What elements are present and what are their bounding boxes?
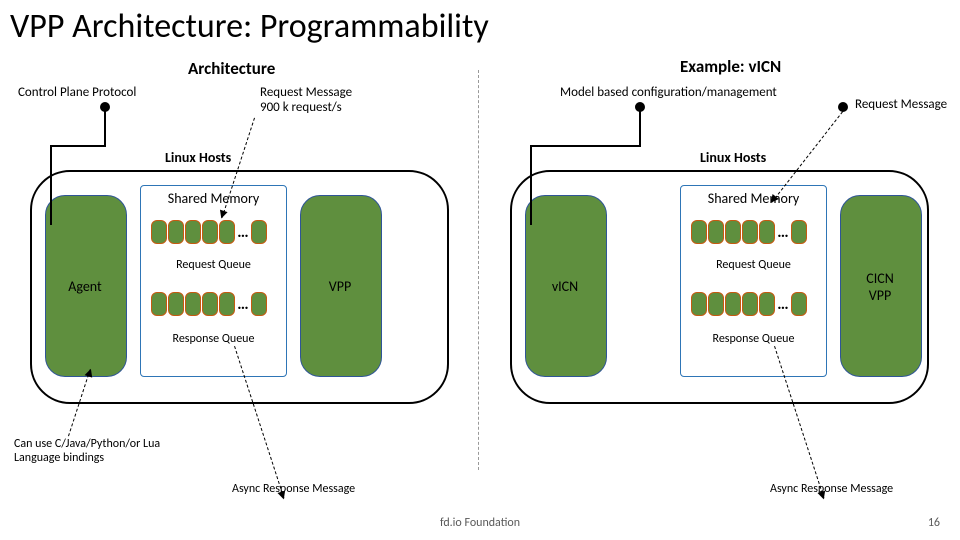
queue-pill [251, 220, 267, 244]
center-divider [478, 70, 479, 470]
right-request-queue-label: Request Queue [681, 258, 826, 272]
connector-line [639, 107, 641, 145]
left-req-msg-label: Request Message 900 k request/s [260, 86, 352, 116]
queue-pill [791, 220, 807, 244]
left-async-label: Async Response Message [232, 483, 355, 497]
left-shared-memory-panel: Shared Memory … Request Queue … Response… [140, 185, 287, 377]
queue-pill [202, 292, 218, 316]
connector-line [104, 107, 106, 145]
right-shared-memory-title: Shared Memory [681, 190, 826, 207]
left-host-label: Linux Hosts [165, 150, 231, 166]
connector-line [50, 145, 106, 147]
right-req-msg-label: Request Message [855, 98, 947, 113]
queue-pill [708, 220, 724, 244]
right-response-queue-label: Response Queue [681, 332, 826, 346]
ellipsis-icon: … [776, 295, 790, 314]
queue-pill [151, 220, 167, 244]
right-vpp-label: CICN VPP [840, 270, 920, 304]
right-heading: Example: vICN [680, 56, 781, 77]
dot-icon [838, 102, 848, 112]
queue-pill [168, 220, 184, 244]
control-plane-label: Control Plane Protocol [18, 86, 136, 101]
slide-number: 16 [928, 516, 940, 530]
queue-pill [759, 220, 775, 244]
left-vpp-label: VPP [300, 278, 380, 295]
left-heading: Architecture [188, 58, 275, 79]
left-response-queue-label: Response Queue [141, 332, 286, 346]
queue-pill [691, 292, 707, 316]
queue-pill [725, 220, 741, 244]
queue-pill [185, 292, 201, 316]
model-config-label: Model based configuration/management [560, 86, 777, 101]
ellipsis-icon: … [236, 223, 250, 242]
queue-pill [708, 292, 724, 316]
right-async-label: Async Response Message [770, 483, 893, 497]
page-title: VPP Architecture: Programmability [10, 6, 489, 47]
right-host-label: Linux Hosts [700, 150, 766, 166]
left-response-queue-row: … [151, 292, 267, 316]
queue-pill [168, 292, 184, 316]
left-request-queue-label: Request Queue [141, 258, 286, 272]
connector-line [50, 145, 52, 225]
left-shared-memory-title: Shared Memory [141, 190, 286, 207]
bindings-label: Can use C/Java/Python/or Lua Language bi… [14, 438, 160, 466]
connector-line [530, 145, 641, 147]
queue-pill [219, 220, 235, 244]
queue-pill [202, 220, 218, 244]
right-request-queue-row: … [691, 220, 807, 244]
queue-pill [691, 220, 707, 244]
queue-pill [791, 292, 807, 316]
left-request-queue-row: … [151, 220, 267, 244]
footer-text: fd.io Foundation [0, 516, 960, 530]
queue-pill [759, 292, 775, 316]
right-shared-memory-panel: Shared Memory … Request Queue … Response… [680, 185, 827, 377]
connector-line [530, 145, 532, 225]
queue-pill [185, 220, 201, 244]
queue-pill [151, 292, 167, 316]
right-response-queue-row: … [691, 292, 807, 316]
queue-pill [742, 220, 758, 244]
queue-pill [742, 292, 758, 316]
ellipsis-icon: … [236, 295, 250, 314]
ellipsis-icon: … [776, 223, 790, 242]
queue-pill [219, 292, 235, 316]
queue-pill [725, 292, 741, 316]
queue-pill [251, 292, 267, 316]
left-agent-label: Agent [45, 278, 125, 295]
right-agent-label: vICN [525, 278, 605, 295]
